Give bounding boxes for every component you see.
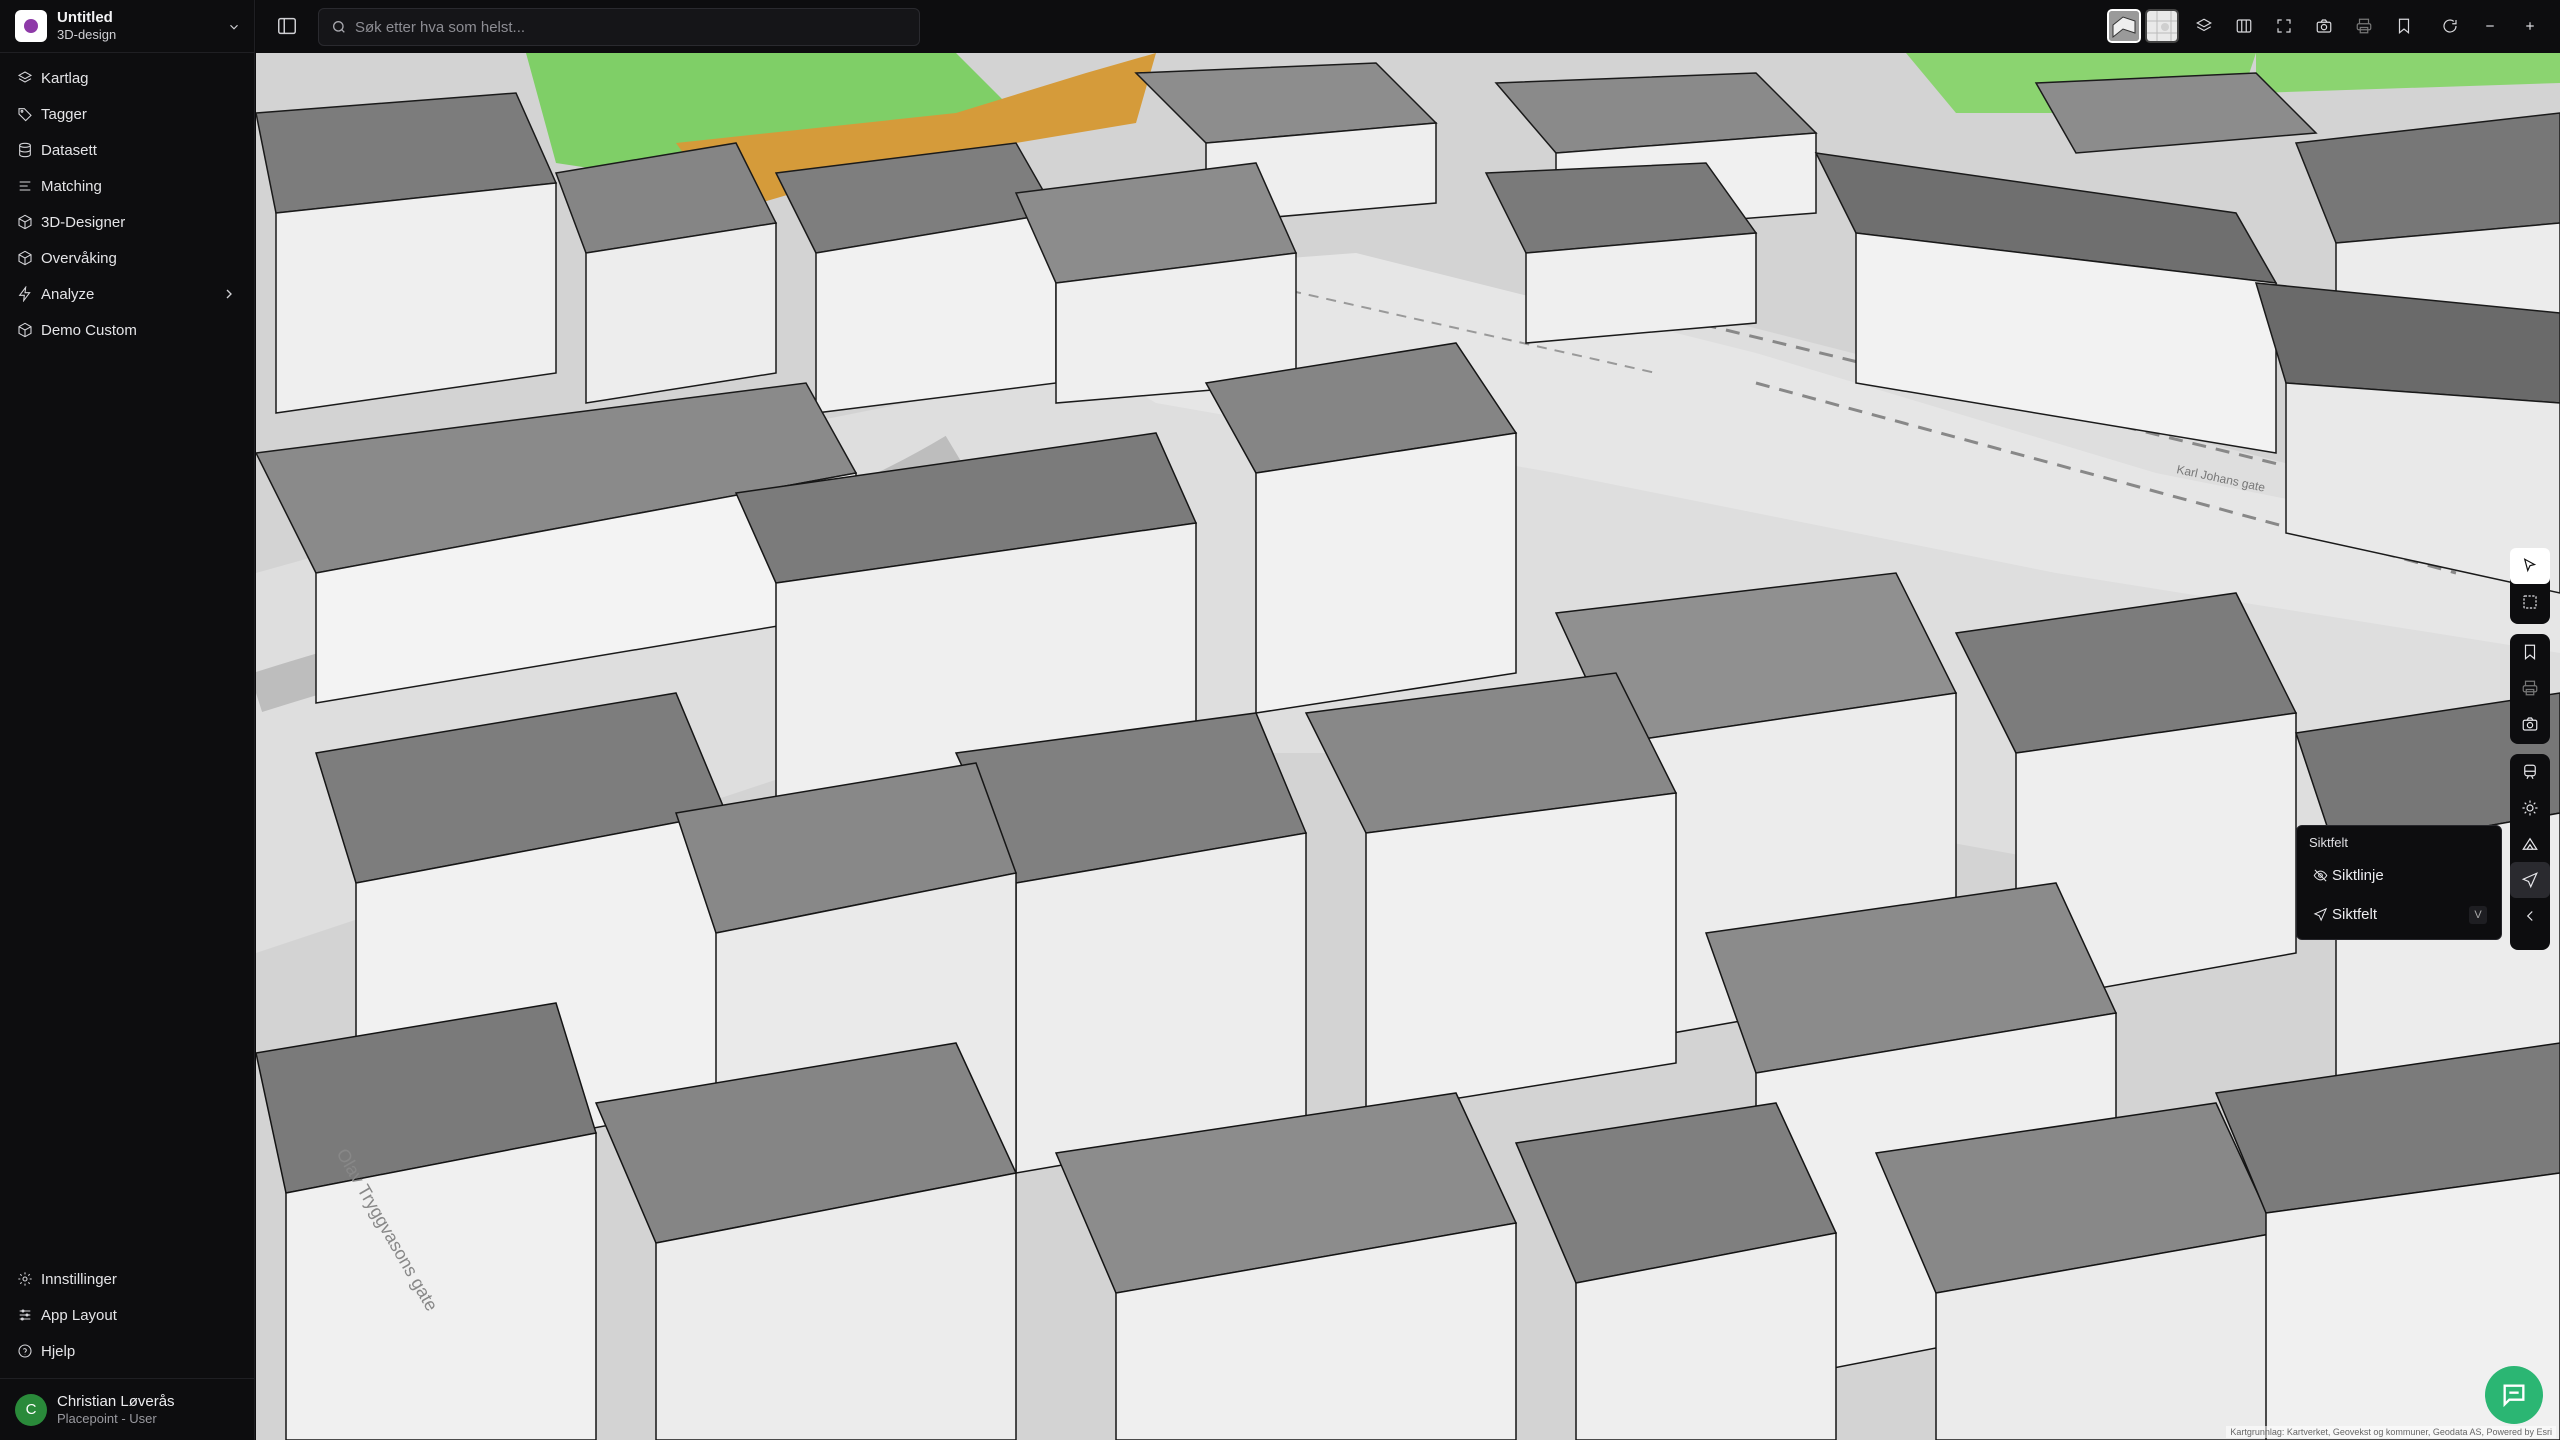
refresh-icon[interactable] — [2436, 12, 2464, 40]
sidebar-item-datasett[interactable]: Datasett — [0, 133, 255, 167]
app-subtitle: 3D-design — [57, 27, 117, 42]
sidebar-item-label: Kartlag — [41, 69, 89, 87]
basemap-3d-thumbnail[interactable] — [2107, 9, 2141, 43]
sidebar-item-label: Demo Custom — [41, 321, 137, 339]
bookmark-icon[interactable] — [2390, 12, 2418, 40]
bookmark-icon[interactable] — [2510, 634, 2550, 670]
sidebar-item-label: Datasett — [41, 141, 97, 159]
search-input[interactable] — [355, 18, 895, 36]
cube-icon — [17, 322, 33, 338]
sidebar-item-label: Innstillinger — [41, 1270, 117, 1288]
sidebar-item-label: Analyze — [41, 285, 95, 303]
database-icon — [17, 142, 33, 158]
sidebar-item-analyze[interactable]: Analyze — [0, 277, 255, 311]
app-switcher[interactable]: Untitled 3D-design — [0, 0, 255, 53]
map-attribution: Kartgrunnlag: Kartverket, Geovekst og ko… — [2226, 1426, 2556, 1438]
layers-icon — [17, 70, 33, 86]
selection-tool-group — [2510, 548, 2550, 624]
tag-icon — [17, 106, 33, 122]
menu-item-siktlinje[interactable]: Siktlinje — [2313, 860, 2493, 890]
terrain-icon[interactable] — [2510, 826, 2550, 862]
viewshed-icon[interactable] — [2510, 862, 2550, 898]
user-role: Placepoint - User — [57, 1410, 157, 1426]
sidebar-item-overvaking[interactable]: Overvåking — [0, 241, 255, 275]
top-bar — [256, 0, 2560, 53]
eye-off-icon — [2313, 869, 2328, 881]
basemap-satellite-thumbnail[interactable] — [2145, 9, 2179, 43]
menu-item-label: Siktfelt — [2332, 905, 2378, 923]
sidebar: Untitled 3D-design Kartlag Tagger Datase… — [0, 0, 255, 1440]
sliders-icon — [17, 1307, 33, 1323]
chevron-down-icon[interactable] — [227, 20, 241, 34]
chevron-left-icon[interactable] — [2510, 898, 2550, 934]
sidebar-item-kartlag[interactable]: Kartlag — [0, 61, 255, 95]
sidebar-item-tagger[interactable]: Tagger — [0, 97, 255, 131]
app-title: Untitled — [57, 9, 113, 26]
sidebar-toggle-icon[interactable] — [276, 15, 298, 37]
user-profile[interactable]: C Christian Løverås Placepoint - User — [0, 1378, 255, 1440]
cube-icon — [17, 250, 33, 266]
sidebar-item-demo-custom[interactable]: Demo Custom — [0, 313, 255, 347]
search-box[interactable] — [318, 8, 920, 46]
map-3d-view[interactable]: Karl Johans gate Olav Tryggvasons gate K… — [256, 53, 2560, 1440]
viewshed-menu: Siktfelt Siktlinje Siktfelt V — [2296, 825, 2502, 940]
menu-item-siktfelt[interactable]: Siktfelt V — [2313, 899, 2493, 929]
list-icon — [17, 178, 33, 194]
sidebar-item-label: Tagger — [41, 105, 87, 123]
3d-city-scene: Karl Johans gate Olav Tryggvasons gate — [256, 53, 2560, 1440]
print-icon[interactable] — [2510, 670, 2550, 706]
send-icon — [2313, 907, 2328, 921]
chat-icon — [2503, 1384, 2525, 1408]
transit-icon[interactable] — [2510, 754, 2550, 790]
sidebar-item-matching[interactable]: Matching — [0, 169, 255, 203]
sidebar-item-app-layout[interactable]: App Layout — [0, 1298, 255, 1332]
capture-tool-group — [2510, 634, 2550, 744]
sidebar-item-label: Overvåking — [41, 249, 117, 267]
user-name: Christian Løverås — [57, 1392, 175, 1410]
pointer-icon[interactable] — [2510, 548, 2550, 584]
menu-item-label: Siktlinje — [2332, 866, 2384, 884]
layers-icon[interactable] — [2190, 12, 2218, 40]
sidebar-item-hjelp[interactable]: Hjelp — [0, 1334, 255, 1368]
zoom-out-icon[interactable] — [2476, 12, 2504, 40]
keyboard-shortcut: V — [2469, 906, 2487, 924]
fullscreen-icon[interactable] — [2270, 12, 2298, 40]
analysis-tool-group — [2510, 754, 2550, 950]
sidebar-item-label: 3D-Designer — [41, 213, 126, 231]
camera-icon[interactable] — [2310, 12, 2338, 40]
avatar: C — [15, 1393, 47, 1426]
sidebar-item-label: Hjelp — [41, 1342, 76, 1360]
gear-icon — [17, 1271, 33, 1287]
chevron-right-icon[interactable] — [221, 286, 237, 302]
app-logo — [15, 10, 47, 42]
bolt-icon — [17, 286, 33, 302]
chat-button[interactable] — [2485, 1366, 2543, 1424]
print-icon[interactable] — [2350, 12, 2378, 40]
split-view-icon[interactable] — [2230, 12, 2258, 40]
sidebar-item-innstillinger[interactable]: Innstillinger — [0, 1262, 255, 1296]
help-icon — [17, 1343, 33, 1359]
camera-icon[interactable] — [2510, 706, 2550, 742]
zoom-in-icon[interactable] — [2516, 12, 2544, 40]
sidebar-item-label: App Layout — [41, 1306, 117, 1324]
cube-icon — [17, 214, 33, 230]
sun-icon[interactable] — [2510, 790, 2550, 826]
select-area-icon[interactable] — [2510, 584, 2550, 620]
sidebar-item-label: Matching — [41, 177, 102, 195]
sidebar-item-3d-designer[interactable]: 3D-Designer — [0, 205, 255, 239]
popup-title: Siktfelt — [2309, 835, 2349, 850]
search-icon — [333, 21, 345, 33]
